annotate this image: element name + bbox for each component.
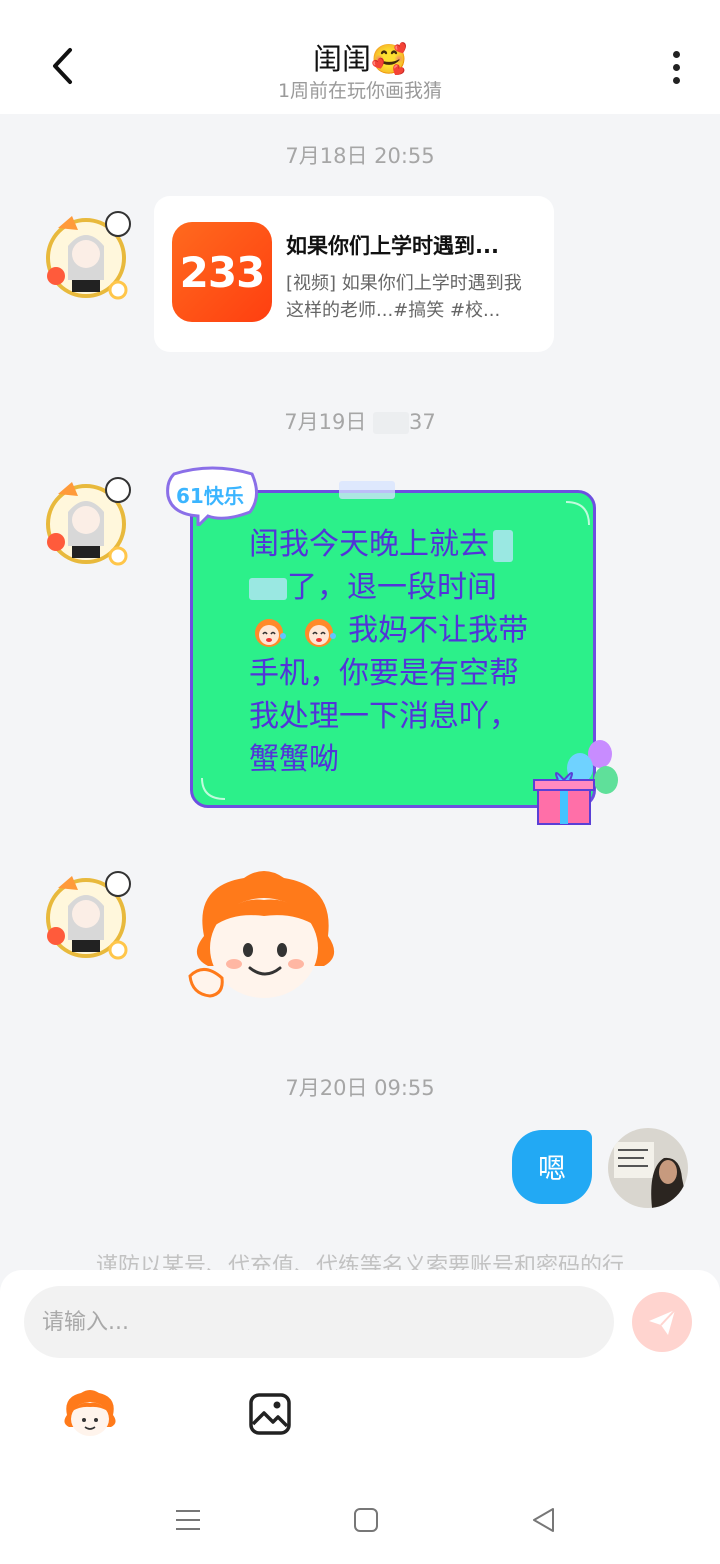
chat-title: 闺闺🥰 [312, 42, 408, 76]
square-icon [354, 1508, 378, 1532]
image-icon [249, 1393, 291, 1435]
triangle-back-icon [533, 1508, 554, 1532]
more-button[interactable] [656, 40, 696, 94]
contact-avatar[interactable] [38, 866, 134, 962]
timestamp: 7月18日 20:55 [285, 144, 435, 168]
home-button[interactable] [336, 1490, 396, 1550]
card-title: 如果你们上学时遇到... [286, 234, 499, 258]
recent-apps-button[interactable] [158, 1490, 218, 1550]
send-button[interactable] [632, 1292, 692, 1352]
system-navigation-bar [0, 1490, 720, 1550]
more-vertical-icon [672, 50, 680, 58]
user-avatar[interactable] [608, 1128, 688, 1208]
sticker-icon [64, 1390, 116, 1436]
message-text: 闺我今天晚上就去 了，退一段时间 我妈不让我带 手机，你要是有空帮 我处理一下消… [249, 527, 529, 777]
sticker-button[interactable] [60, 1384, 120, 1444]
app-logo: 233 [172, 222, 272, 322]
corner-decoration [201, 777, 226, 800]
sent-message-bubble[interactable]: 嗯 [512, 1130, 592, 1204]
cry-emoji-icon [299, 616, 339, 648]
card-description: [视频] 如果你们上学时遇到我这样的老师...#搞笑 #校... [286, 273, 522, 321]
festival-badge: 61快乐 [164, 466, 260, 526]
contact-avatar[interactable] [38, 206, 134, 302]
system-back-button[interactable] [514, 1490, 574, 1550]
shared-video-card[interactable]: 233 如果你们上学时遇到... [视频] 如果你们上学时遇到我这样的老师...… [154, 196, 554, 352]
corner-decoration [565, 501, 590, 526]
timestamp: 7月20日 09:55 [285, 1076, 435, 1100]
gift-balloon-icon [533, 740, 618, 825]
timestamp: 7月19日 37 [284, 410, 436, 434]
menu-icon [176, 1510, 200, 1530]
send-icon [649, 1309, 676, 1335]
image-button[interactable] [240, 1384, 300, 1444]
chat-header: 闺闺🥰 1周前在玩你画我猜 [0, 0, 720, 114]
sticker-message[interactable] [184, 866, 346, 1006]
contact-avatar[interactable] [38, 472, 134, 568]
cry-emoji-icon [249, 616, 289, 648]
chat-subtitle: 1周前在玩你画我猜 [277, 80, 443, 102]
message-input[interactable] [24, 1286, 614, 1358]
